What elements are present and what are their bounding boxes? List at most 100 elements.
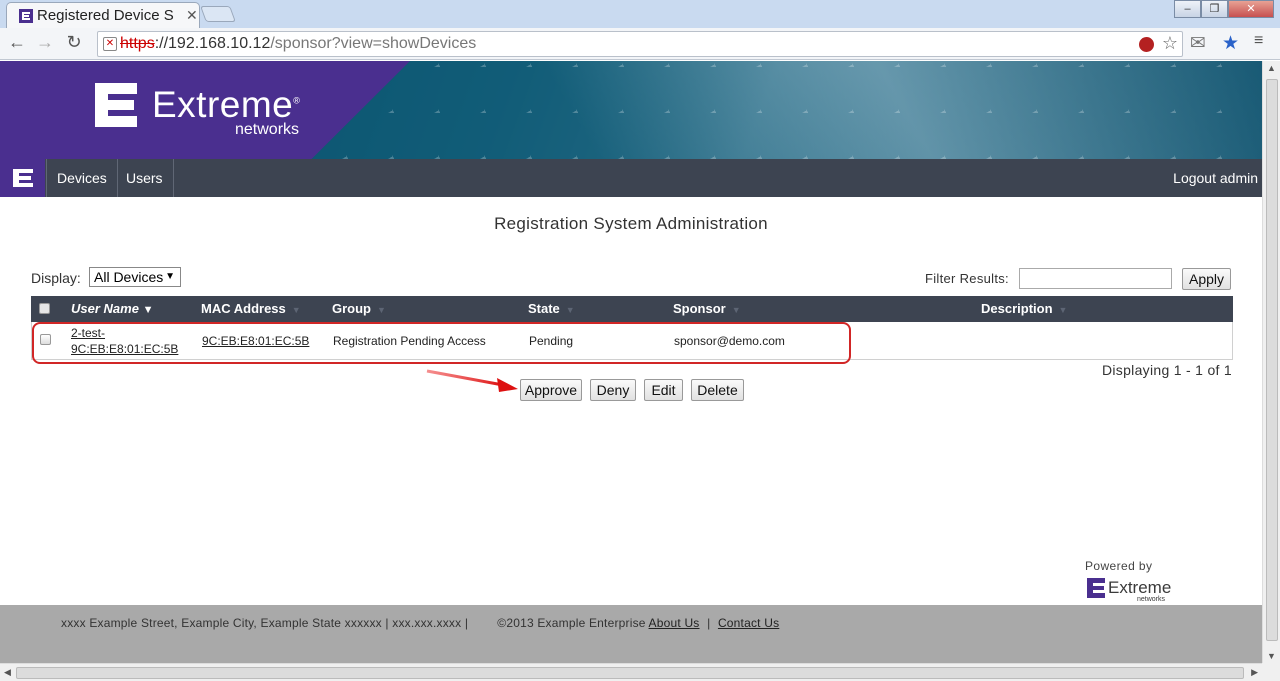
brand-name: Extreme®	[152, 84, 301, 125]
apply-button[interactable]: Apply	[1182, 268, 1231, 290]
display-select-value: All Devices	[94, 269, 164, 285]
vertical-scroll-thumb[interactable]	[1266, 79, 1278, 641]
sort-icon: ▼	[1058, 305, 1068, 315]
sort-icon: ▼	[377, 305, 386, 315]
sort-icon: ▼	[565, 305, 575, 315]
powered-brand: Extreme	[1108, 578, 1172, 597]
bookmark-star-icon[interactable]: ☆	[1162, 33, 1178, 54]
scroll-up-icon[interactable]: ▲	[1267, 63, 1276, 73]
sort-icon: ▼	[291, 305, 301, 315]
deny-button[interactable]: Deny	[590, 379, 636, 401]
display-label: Display:	[31, 270, 81, 286]
forward-arrow-icon[interactable]: →	[34, 32, 56, 53]
approve-button[interactable]: Approve	[520, 379, 582, 401]
page-title: Registration System Administration	[494, 214, 768, 233]
column-sponsor-label: Sponsor	[673, 301, 726, 316]
filter-label: Filter Results:	[925, 271, 1009, 286]
window-close-icon[interactable]: ✕	[1228, 0, 1274, 18]
column-group-label: Group	[332, 301, 371, 316]
extension-icon[interactable]	[1139, 37, 1154, 52]
powered-brand-sub: networks	[1137, 596, 1166, 603]
page-footer: xxxx Example Street, Example City, Examp…	[0, 605, 1262, 663]
horizontal-scroll-thumb[interactable]	[16, 667, 1244, 679]
row-checkbox[interactable]	[40, 334, 51, 345]
column-state[interactable]: State ▼	[528, 296, 575, 323]
nav-item-devices[interactable]: Devices	[46, 159, 118, 197]
extreme-logo-icon	[95, 83, 137, 127]
edit-button[interactable]: Edit	[644, 379, 683, 401]
tab-close-icon[interactable]: ✕	[186, 7, 198, 24]
scroll-down-icon[interactable]: ▼	[1267, 651, 1276, 661]
brand-subtitle: networks	[235, 121, 300, 138]
banner-background	[300, 61, 1262, 159]
table-row[interactable]: 2-test- 9C:EB:E8:01:EC:5B 9C:EB:E8:01:EC…	[31, 322, 1233, 360]
row-group: Registration Pending Access	[333, 334, 486, 348]
sort-desc-icon: ▼	[142, 304, 154, 316]
powered-by-label: Powered by	[1085, 559, 1153, 573]
footer-separator: |	[707, 616, 711, 630]
row-user-name-line1[interactable]: 2-test-	[71, 326, 105, 340]
address-bar[interactable]: ✕ https://192.168.10.12/sponsor?view=sho…	[97, 31, 1183, 57]
display-select[interactable]: All Devices ▼	[89, 267, 181, 287]
footer-address: xxxx Example Street, Example City, Examp…	[61, 616, 469, 630]
filter-input[interactable]	[1019, 268, 1172, 289]
contact-us-link[interactable]: Contact Us	[718, 616, 779, 630]
column-user-name-label: User Name	[71, 301, 139, 316]
maximize-icon[interactable]: ❐	[1201, 0, 1228, 18]
paging-info: Displaying 1 - 1 of 1	[1101, 362, 1232, 378]
sort-icon: ▼	[731, 305, 741, 315]
bookmark-filled-star-icon[interactable]: ★	[1222, 32, 1239, 55]
url-scheme: https	[120, 35, 155, 52]
footer-copyright: ©2013 Example Enterprise	[497, 616, 646, 630]
footer-text: xxxx Example Street, Example City, Examp…	[61, 616, 779, 630]
column-state-label: State	[528, 301, 560, 316]
chevron-down-icon: ▼	[165, 271, 175, 282]
row-sponsor: sponsor@demo.com	[674, 334, 785, 348]
annotation-arrow-icon	[426, 369, 518, 392]
brand-word: Extreme	[152, 84, 294, 125]
extreme-favicon-icon	[19, 9, 33, 23]
gmail-icon[interactable]: ✉	[1190, 32, 1206, 55]
nav-item-users[interactable]: Users	[116, 159, 174, 197]
column-mac-address[interactable]: MAC Address ▼	[201, 296, 301, 323]
column-group[interactable]: Group ▼	[332, 296, 386, 323]
select-all-checkbox[interactable]	[39, 303, 50, 314]
browser-toolbar: ← → ↻ ✕ https://192.168.10.12/sponsor?vi…	[0, 28, 1280, 60]
insecure-lock-icon[interactable]: ✕	[103, 37, 117, 51]
row-state: Pending	[529, 334, 574, 348]
column-user-name[interactable]: User Name ▼	[71, 296, 153, 323]
scrollbar-corner	[1262, 663, 1280, 681]
row-mac-address[interactable]: 9C:EB:E8:01:EC:5B	[202, 334, 309, 348]
about-us-link[interactable]: About Us	[649, 616, 700, 630]
main-nav: Devices Users Logout admin	[0, 159, 1262, 197]
horizontal-scrollbar[interactable]: ◀ ▶	[0, 663, 1262, 681]
url-path: /sponsor?view=showDevices	[270, 35, 477, 52]
back-arrow-icon[interactable]: ←	[6, 32, 28, 53]
browser-tab[interactable]: Registered Device S ✕	[6, 2, 200, 28]
minimize-icon[interactable]: –	[1174, 0, 1201, 18]
menu-icon[interactable]: ≡	[1254, 32, 1263, 50]
vertical-scrollbar[interactable]: ▲ ▼	[1262, 61, 1280, 663]
scroll-left-icon[interactable]: ◀	[4, 667, 11, 678]
extreme-nav-icon	[13, 169, 33, 187]
header-banner: Extreme® networks	[0, 61, 1262, 159]
row-user-name-line2[interactable]: 9C:EB:E8:01:EC:5B	[71, 342, 178, 356]
url-host: ://192.168.10.12	[154, 35, 271, 52]
extreme-small-logo-icon	[1087, 578, 1105, 598]
column-description-label: Description	[981, 301, 1053, 316]
browser-tab-title: Registered Device S	[37, 7, 174, 24]
reload-icon[interactable]: ↻	[63, 32, 85, 53]
scroll-right-icon[interactable]: ▶	[1251, 667, 1258, 678]
url-text: https://192.168.10.12/sponsor?view=showD…	[120, 35, 476, 53]
column-sponsor[interactable]: Sponsor ▼	[673, 296, 741, 323]
delete-button[interactable]: Delete	[691, 379, 744, 401]
window-controls: – ❐ ✕	[1174, 0, 1274, 18]
logout-link[interactable]: Logout admin	[1173, 159, 1258, 197]
column-mac-label: MAC Address	[201, 301, 286, 316]
new-tab-button[interactable]	[200, 6, 236, 22]
nav-home[interactable]	[0, 159, 45, 197]
column-description[interactable]: Description ▼	[981, 296, 1067, 323]
powered-by-logo: Extreme networks	[1087, 577, 1187, 605]
browser-tabstrip: Registered Device S ✕ – ❐ ✕	[0, 0, 1280, 28]
table-header: User Name ▼ MAC Address ▼ Group ▼ State ▼ S…	[31, 296, 1233, 322]
